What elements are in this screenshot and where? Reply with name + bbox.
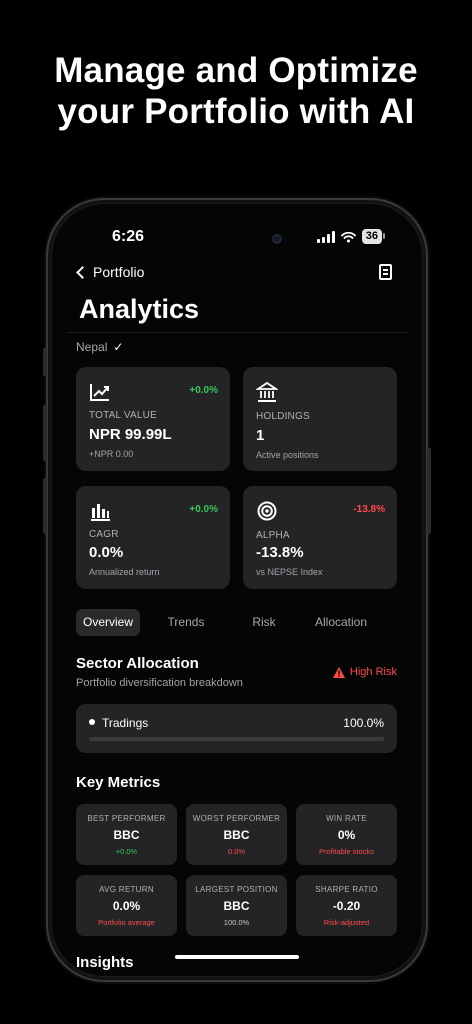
promo-line-2: your Portfolio with AI xyxy=(57,92,415,131)
key-metrics-title: Key Metrics xyxy=(76,774,161,791)
analytics-tabs: Overview Trends Risk Allocation xyxy=(74,609,404,636)
cagr-sub: Annualized return xyxy=(89,567,160,577)
phone-volume-down-button xyxy=(43,478,47,534)
status-icons: 36 xyxy=(316,229,386,244)
region-selector[interactable]: Nepal ✓ xyxy=(76,340,123,354)
metric-value: 0% xyxy=(337,828,356,842)
metric-win-rate[interactable]: WIN RATE 0% Profitable stocks xyxy=(296,804,397,865)
phone-volume-up-button xyxy=(43,405,47,461)
metric-label: AVG RETURN xyxy=(99,885,154,894)
bank-icon xyxy=(256,381,278,402)
metric-avg-return[interactable]: AVG RETURN 0.0% Portfolio average xyxy=(76,875,177,936)
metric-sharpe-ratio[interactable]: SHARPE RATIO -0.20 Risk-adjusted xyxy=(296,875,397,936)
tab-overview[interactable]: Overview xyxy=(76,609,140,636)
total-value-label: TOTAL VALUE xyxy=(89,410,157,421)
insights-title: Insights xyxy=(76,954,134,971)
tab-trends[interactable]: Trends xyxy=(154,609,218,636)
total-value-change: +0.0% xyxy=(189,385,218,396)
sector-name: Tradings xyxy=(102,716,149,730)
metric-value: BBC xyxy=(223,828,250,842)
holdings-label: HOLDINGS xyxy=(256,411,310,422)
metric-label: WORST PERFORMER xyxy=(192,814,281,823)
promo-line-1: Manage and Optimize xyxy=(54,51,418,90)
battery-icon: 36 xyxy=(361,229,386,244)
sector-percent: 100.0% xyxy=(343,716,384,730)
bar-chart-icon xyxy=(91,504,110,521)
metric-value: -0.20 xyxy=(332,899,361,913)
trend-chart-icon xyxy=(90,384,109,401)
app-screen: 6:26 36 Portfolio Analytics Nepal ✓ +0.0… xyxy=(52,204,422,976)
metric-largest-position[interactable]: LARGEST POSITION BBC 100.0% xyxy=(186,875,287,936)
alpha-sub: vs NEPSE Index xyxy=(256,567,323,577)
tab-allocation[interactable]: Allocation xyxy=(306,609,376,636)
total-value-card[interactable]: +0.0% TOTAL VALUE NPR 99.99L +NPR 0.00 xyxy=(76,367,230,471)
home-indicator[interactable] xyxy=(175,955,299,959)
alpha-value: -13.8% xyxy=(256,544,304,561)
tab-risk[interactable]: Risk xyxy=(232,609,296,636)
cagr-label: CAGR xyxy=(89,529,119,540)
metric-value: 0.0% xyxy=(112,899,141,913)
metric-value: BBC xyxy=(223,899,250,913)
metric-label: WIN RATE xyxy=(326,814,367,823)
sector-progress-bar xyxy=(89,737,384,741)
cagr-value: 0.0% xyxy=(89,544,124,561)
metric-value: BBC xyxy=(113,828,140,842)
sector-allocation-subtitle: Portfolio diversification breakdown xyxy=(76,677,243,689)
risk-label: High Risk xyxy=(349,666,397,678)
phone-power-button xyxy=(427,448,431,534)
chevron-left-icon xyxy=(76,265,89,279)
holdings-count: 1 xyxy=(256,427,265,444)
metric-label: BEST PERFORMER xyxy=(87,814,166,823)
risk-badge: High Risk xyxy=(332,666,397,678)
sector-dot xyxy=(89,719,95,725)
promo-headline: Manage and Optimize your Portfolio with … xyxy=(0,50,472,132)
header-divider xyxy=(66,332,408,333)
front-camera xyxy=(272,234,282,244)
metric-label: SHARPE RATIO xyxy=(315,885,378,894)
metric-best-performer[interactable]: BEST PERFORMER BBC +0.0% xyxy=(76,804,177,865)
sector-allocation-item[interactable]: Tradings 100.0% xyxy=(76,704,397,753)
document-icon[interactable] xyxy=(379,264,392,280)
target-icon xyxy=(257,501,277,521)
alpha-label: ALPHA xyxy=(256,530,290,541)
cagr-card[interactable]: +0.0% CAGR 0.0% Annualized return xyxy=(76,486,230,589)
metric-sub: 0.0% xyxy=(227,847,246,856)
sector-allocation-title: Sector Allocation xyxy=(76,655,199,672)
total-value-amount: NPR 99.99L xyxy=(89,426,172,443)
holdings-sub: Active positions xyxy=(256,450,319,460)
page-title: Analytics xyxy=(79,294,200,324)
alpha-change: -13.8% xyxy=(353,504,385,515)
metric-worst-performer[interactable]: WORST PERFORMER BBC 0.0% xyxy=(186,804,287,865)
checkmark-icon: ✓ xyxy=(113,340,124,354)
warning-icon xyxy=(332,666,345,678)
alpha-card[interactable]: -13.8% ALPHA -13.8% vs NEPSE Index xyxy=(243,486,397,589)
back-label: Portfolio xyxy=(93,264,145,280)
metric-sub: Portfolio average xyxy=(98,918,155,927)
total-value-sub: +NPR 0.00 xyxy=(89,449,134,459)
metric-sub: Profitable stocks xyxy=(318,847,375,856)
cagr-change: +0.0% xyxy=(189,504,218,515)
phone-action-button xyxy=(43,348,47,376)
metric-sub: Risk-adjusted xyxy=(323,918,370,927)
metric-sub: 100.0% xyxy=(223,918,250,927)
region-label: Nepal xyxy=(76,340,108,354)
metric-sub: +0.0% xyxy=(115,847,138,856)
status-time: 6:26 xyxy=(112,228,145,245)
cellular-signal-icon xyxy=(316,230,335,243)
metric-label: LARGEST POSITION xyxy=(195,885,278,894)
holdings-card[interactable]: HOLDINGS 1 Active positions xyxy=(243,367,397,471)
back-button[interactable]: Portfolio xyxy=(76,264,145,280)
wifi-icon xyxy=(340,231,356,242)
